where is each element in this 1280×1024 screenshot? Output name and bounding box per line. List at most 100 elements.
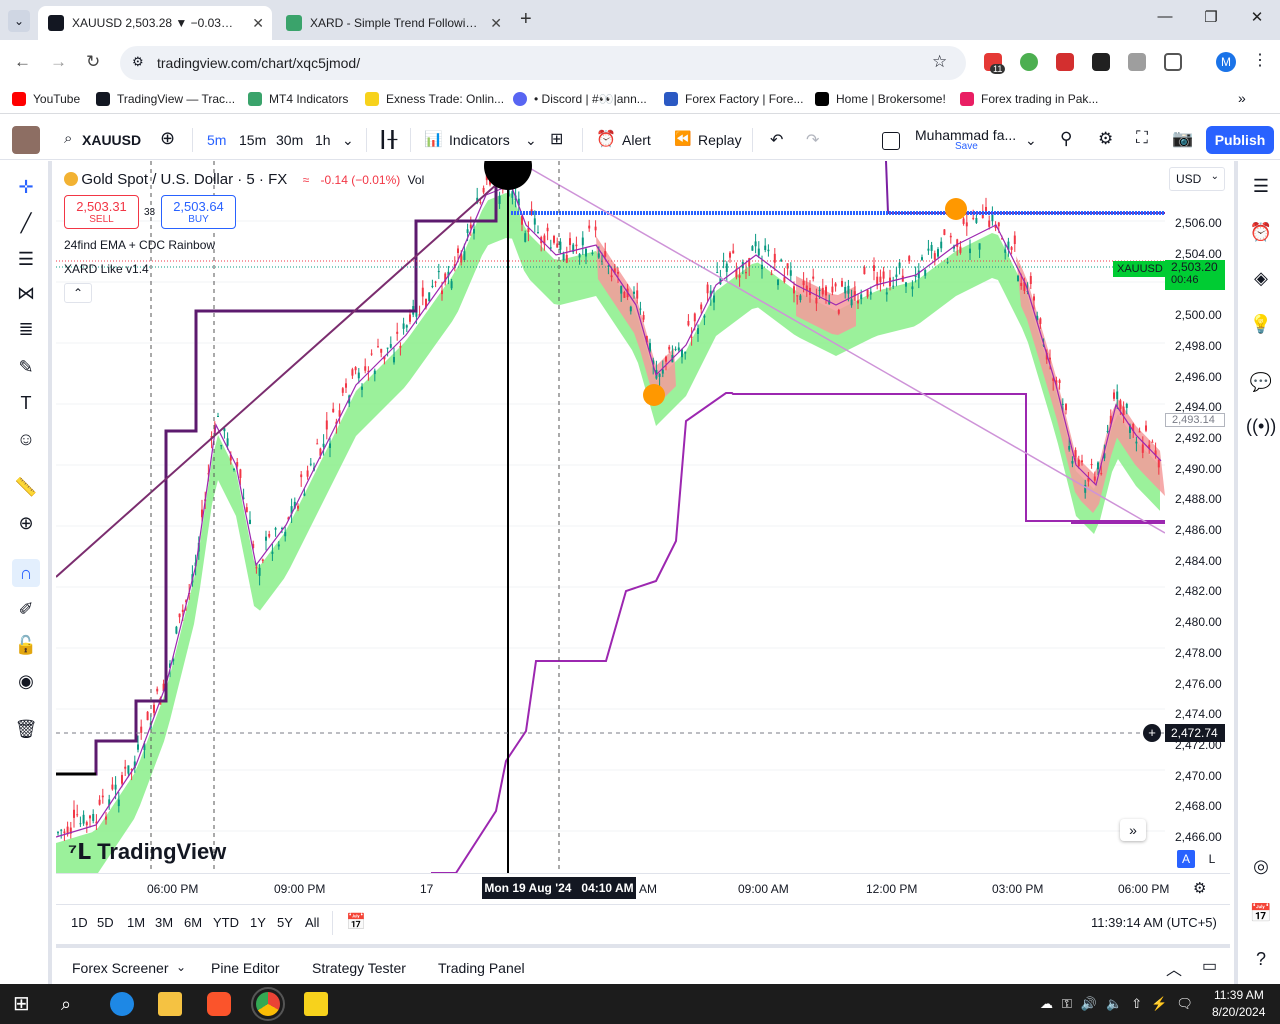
restore-icon[interactable]: ❐ — [1196, 8, 1226, 26]
new-tab-button[interactable]: + — [520, 8, 532, 31]
range-all[interactable]: All — [305, 915, 319, 930]
layouts-icon[interactable]: ⊞ — [550, 129, 563, 149]
trash-icon[interactable]: 🗑 — [12, 715, 40, 743]
tab-xauusd[interactable]: XAUUSD 2,503.28 ▼ −0.03% M ✕ — [38, 6, 272, 40]
extension-globe-icon[interactable] — [1020, 53, 1038, 71]
tray-icons[interactable]: ☁⚿🔊🔈⇧⚡🗨 — [1040, 996, 1202, 1012]
streams-icon[interactable]: ((•)) — [1246, 411, 1276, 441]
fib-icon[interactable]: ≣ — [12, 315, 40, 343]
forward-icon[interactable]: → — [50, 52, 67, 72]
time-settings-gear-icon[interactable]: ⚙ — [1193, 879, 1206, 897]
bookmark-tradingview[interactable]: TradingView — Trac... — [96, 92, 235, 106]
search-icon[interactable]: ⌕ — [64, 130, 72, 147]
taskbar-date[interactable]: 8/20/2024 — [1212, 1005, 1265, 1019]
chrome-icon[interactable] — [251, 987, 285, 1021]
extension-red-icon[interactable] — [1056, 53, 1074, 71]
text-icon[interactable]: T — [12, 389, 40, 417]
quick-search-icon[interactable]: ⚲ — [1060, 129, 1072, 149]
legend-title[interactable]: Gold Spot / U.S. Dollar · 5 · FX — [81, 171, 287, 188]
indicators-button[interactable]: Indicators — [449, 132, 510, 148]
bookmark-brokersome[interactable]: Home | Brokersome! — [815, 92, 946, 106]
emoji-icon[interactable]: ☺ — [12, 425, 40, 453]
bookmark-forex-pak[interactable]: Forex trading in Pak... — [960, 92, 1098, 106]
range-3m[interactable]: 3M — [155, 915, 173, 930]
edge-icon[interactable] — [110, 992, 134, 1016]
price-axis[interactable]: USD ⌄ 2,506.002,504.002,502.002,500.002,… — [1113, 161, 1230, 873]
compare-add-icon[interactable]: ⊕ — [160, 128, 175, 149]
crosshair-plus-icon[interactable]: + — [1143, 724, 1161, 742]
indicators-icon[interactable]: 📊 — [424, 130, 443, 148]
trend-line-icon[interactable]: ╱ — [12, 209, 40, 237]
layout-checkbox-icon[interactable] — [882, 132, 900, 150]
close-icon[interactable]: ✕ — [252, 15, 264, 32]
extensions-puzzle-icon[interactable] — [1164, 53, 1182, 71]
clock-display[interactable]: 11:39:14 AM (UTC+5) — [1091, 915, 1217, 930]
pattern-icon[interactable]: ⋈ — [12, 279, 40, 307]
range-5y[interactable]: 5Y — [277, 915, 293, 930]
range-6m[interactable]: 6M — [184, 915, 202, 930]
replay-button[interactable]: Replay — [698, 132, 742, 148]
alert-icon[interactable]: ⏰ — [596, 129, 616, 149]
price-chart[interactable] — [56, 161, 1165, 873]
horizontal-lines-icon[interactable]: ☰ — [12, 245, 40, 273]
address-bar[interactable]: ⚙ tradingview.com/chart/xqc5jmod/ ☆ — [120, 46, 966, 80]
time-axis[interactable]: 06:00 PM 09:00 PM 17 AM 09:00 AM 12:00 P… — [56, 873, 1230, 903]
user-avatar[interactable] — [12, 126, 40, 154]
settings-gear-icon[interactable]: ⚙ — [1098, 129, 1113, 149]
tab-trading-panel[interactable]: Trading Panel — [438, 960, 525, 976]
log-scale-button[interactable]: L — [1203, 850, 1221, 868]
reload-icon[interactable]: ↻ — [86, 52, 100, 72]
auto-scale-button[interactable]: A — [1177, 850, 1195, 868]
tab-pine-editor[interactable]: Pine Editor — [211, 960, 279, 976]
candles-icon[interactable]: ┃╂ — [378, 130, 397, 150]
bookmarks-overflow-icon[interactable]: » — [1238, 90, 1246, 106]
extension-dark-icon[interactable] — [1092, 53, 1110, 71]
interval-15m[interactable]: 15m — [239, 132, 266, 148]
sell-button[interactable]: 2,503.31 SELL — [64, 195, 139, 229]
interval-1h[interactable]: 1h — [315, 132, 331, 148]
extension-grid-icon[interactable] — [1128, 53, 1146, 71]
save-label[interactable]: Save — [955, 141, 978, 152]
eye-icon[interactable]: ◉ — [12, 667, 40, 695]
bookmark-mt4[interactable]: MT4 Indicators — [248, 92, 348, 106]
tab-search-button[interactable]: ⌄ — [8, 10, 30, 32]
bookmark-forexfactory[interactable]: Forex Factory | Fore... — [664, 92, 803, 106]
tab-strategy-tester[interactable]: Strategy Tester — [312, 960, 406, 976]
close-icon[interactable]: ✕ — [490, 15, 502, 32]
file-explorer-icon[interactable] — [158, 992, 182, 1016]
brush-icon[interactable]: ✎ — [12, 353, 40, 381]
taskbar-time[interactable]: 11:39 AM — [1214, 988, 1264, 1002]
interval-5m[interactable]: 5m — [207, 132, 226, 148]
symbol-name[interactable]: XAUUSD — [82, 132, 141, 148]
lock-icon[interactable]: 🔓 — [12, 631, 40, 659]
browser-menu-icon[interactable]: ⋮ — [1252, 50, 1268, 70]
calendar-icon[interactable]: 📅 — [1246, 898, 1276, 928]
camera-icon[interactable]: 📷 — [1172, 129, 1193, 149]
interval-30m[interactable]: 30m — [276, 132, 303, 148]
zoom-in-icon[interactable]: ⊕ — [12, 509, 40, 537]
ideas-bulb-icon[interactable]: 💡 — [1246, 309, 1276, 339]
collapse-legend-button[interactable]: ⌃ — [64, 283, 92, 303]
alert-button[interactable]: Alert — [622, 132, 651, 148]
draw-mode-icon[interactable]: ✐ — [12, 595, 40, 623]
currency-select[interactable]: USD ⌄ — [1169, 167, 1225, 191]
bookmark-youtube[interactable]: YouTube — [12, 92, 80, 106]
indicator-legend-1[interactable]: 24find EMA + CDC Rainbow — [64, 238, 215, 252]
site-info-icon[interactable]: ⚙ — [132, 54, 144, 70]
goto-date-icon[interactable]: 📅 — [346, 912, 366, 932]
minimize-icon[interactable]: — — [1150, 8, 1180, 25]
watchlist-icon[interactable]: ☰ — [1246, 171, 1276, 201]
profile-avatar[interactable]: M — [1216, 52, 1236, 72]
buy-button[interactable]: 2,503.64 BUY — [161, 195, 236, 229]
bookmark-discord[interactable]: • Discord | #👀|ann... — [513, 92, 647, 106]
brave-icon[interactable] — [207, 992, 231, 1016]
tab-xard[interactable]: XARD - Simple Trend Following ✕ — [276, 6, 510, 40]
magnet-icon[interactable]: ∩ — [12, 559, 40, 587]
help-icon[interactable]: ? — [1246, 944, 1276, 974]
chevron-down-icon[interactable]: ⌄ — [176, 960, 186, 974]
alerts-clock-icon[interactable]: ⏰ — [1246, 217, 1276, 247]
crosshair-icon[interactable]: ✛ — [12, 173, 40, 201]
bookmark-star-icon[interactable]: ☆ — [932, 52, 947, 72]
ruler-icon[interactable]: 📏 — [12, 473, 40, 501]
target-icon[interactable]: ◎ — [1246, 851, 1276, 881]
